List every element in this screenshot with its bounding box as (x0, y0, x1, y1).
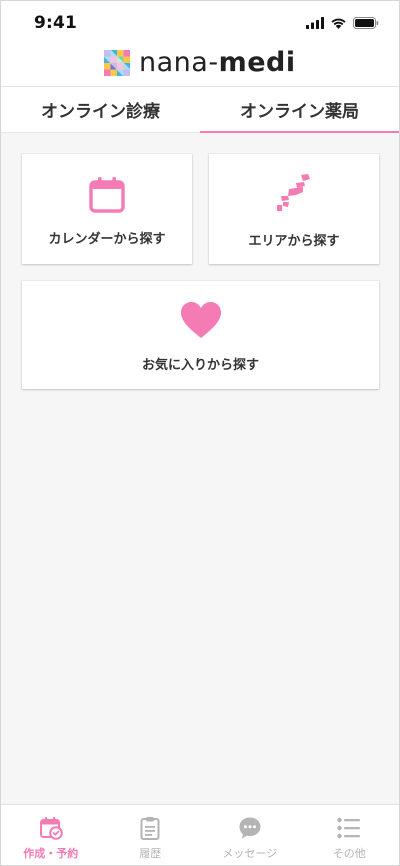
search-by-area-card[interactable]: エリアから探す (209, 154, 379, 264)
app-screen: 9:41 nana-medi オンライン診療 オンライン薬局 カレンダーから探す… (0, 0, 400, 866)
card-label: お気に入りから探す (141, 358, 259, 373)
japan-map-icon (274, 174, 314, 214)
nav-label: 履歴 (139, 847, 162, 860)
list-icon (337, 816, 361, 840)
calendar-icon (88, 176, 126, 214)
logo-text-suffix: medi (218, 47, 296, 78)
search-by-calendar-card[interactable]: カレンダーから探す (22, 154, 192, 264)
nav-label: メッセージ (222, 847, 278, 860)
nav-item-messages[interactable]: メッセージ (200, 805, 300, 865)
status-time: 9:41 (34, 13, 78, 33)
nav-item-other[interactable]: その他 (300, 805, 400, 865)
tab-label: オンライン診療 (41, 102, 160, 122)
clipboard-icon (140, 816, 160, 840)
nav-item-history[interactable]: 履歴 (101, 805, 201, 865)
tab-label: オンライン薬局 (240, 102, 359, 122)
search-by-favorites-card[interactable]: お気に入りから探す (22, 281, 379, 389)
logo-text: nana-medi (139, 47, 296, 78)
status-bar: 9:41 (1, 1, 399, 41)
card-label: カレンダーから探す (48, 232, 166, 247)
calendar-check-icon (39, 816, 63, 840)
heart-icon (180, 301, 222, 339)
chat-bubble-icon (238, 816, 262, 840)
bottom-navigation: 作成・予約 履歴 メッセージ その他 (1, 804, 399, 865)
logo-text-prefix: nana- (139, 47, 219, 78)
card-label: エリアから探す (248, 234, 340, 249)
status-icons (306, 16, 379, 30)
battery-icon (353, 17, 379, 29)
service-tabs: オンライン診療 オンライン薬局 (1, 87, 399, 133)
nav-label: 作成・予約 (23, 847, 79, 860)
tab-online-consultation[interactable]: オンライン診療 (1, 87, 200, 132)
logo-mark-icon (104, 49, 130, 76)
tab-online-pharmacy[interactable]: オンライン薬局 (200, 87, 399, 133)
cellular-signal-icon (306, 17, 324, 29)
app-logo: nana-medi (104, 47, 296, 78)
nav-item-create-reserve[interactable]: 作成・予約 (1, 805, 101, 865)
nav-label: その他 (332, 847, 366, 860)
wifi-icon (331, 18, 346, 29)
app-header: nana-medi (1, 41, 399, 87)
